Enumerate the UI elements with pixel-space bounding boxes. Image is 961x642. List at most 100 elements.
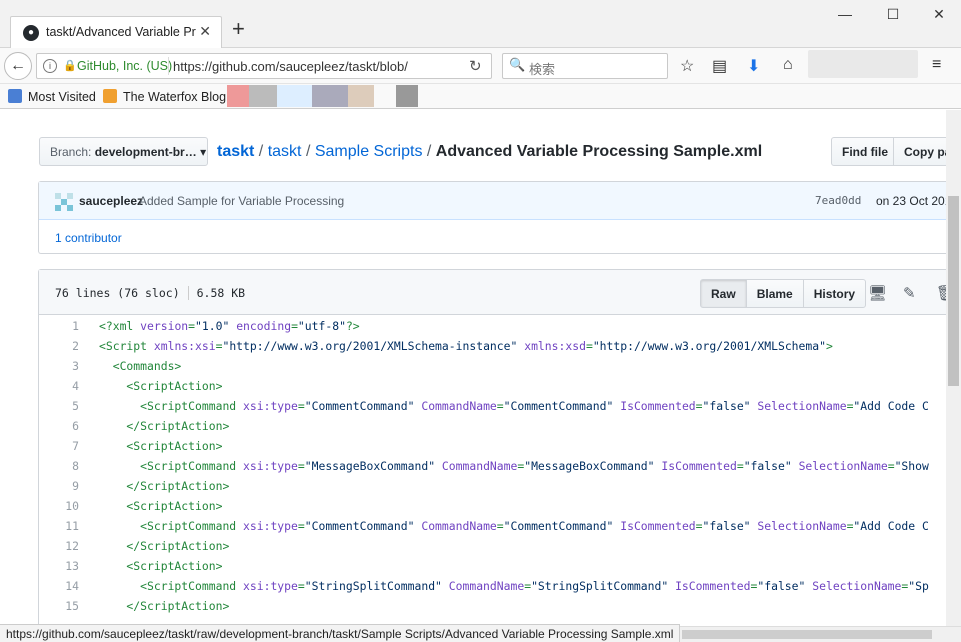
line-number[interactable]: 5 xyxy=(39,396,79,416)
code-text: <?xml version="1.0" encoding="utf-8"?> xyxy=(99,319,360,333)
contributors-link[interactable]: 1 contributor xyxy=(55,231,122,245)
commit-header: saucepleez Added Sample for Variable Pro… xyxy=(39,182,961,220)
code-line: 6 </ScriptAction> xyxy=(39,416,961,436)
vertical-scrollbar[interactable] xyxy=(946,110,961,626)
info-icon[interactable]: i xyxy=(43,59,57,73)
breadcrumb-folder[interactable]: Sample Scripts xyxy=(315,143,423,160)
line-number[interactable]: 15 xyxy=(39,596,79,616)
blurred-bookmark xyxy=(348,85,374,107)
blurred-bookmark xyxy=(277,85,312,107)
avatar[interactable] xyxy=(55,193,73,211)
file-info: 76 lines (76 sloc) 6.58 KB xyxy=(55,286,245,300)
find-file-button[interactable]: Find file xyxy=(831,137,899,166)
minimize-button[interactable]: — xyxy=(830,6,860,26)
file-line-count: 76 lines (76 sloc) xyxy=(55,286,180,300)
code-text: <ScriptAction> xyxy=(99,379,223,393)
blurred-bookmark xyxy=(227,85,249,107)
line-number[interactable]: 6 xyxy=(39,416,79,436)
breadcrumb-file: Advanced Variable Processing Sample.xml xyxy=(435,143,763,160)
line-number[interactable]: 14 xyxy=(39,576,79,596)
browser-tab[interactable]: ● taskt/Advanced Variable Pro ✕ xyxy=(10,16,222,48)
file-size: 6.58 KB xyxy=(196,286,246,300)
line-number[interactable]: 12 xyxy=(39,536,79,556)
line-number[interactable]: 8 xyxy=(39,456,79,476)
back-button[interactable]: ← xyxy=(4,52,32,80)
code-line: 8 <ScriptCommand xsi:type="MessageBoxCom… xyxy=(39,456,961,476)
lock-icon: 🔒 xyxy=(63,60,77,72)
scrollbar-thumb[interactable] xyxy=(682,630,932,639)
file-viewer: 76 lines (76 sloc) 6.58 KB Raw Blame Hist… xyxy=(38,269,961,629)
search-icon: 🔍 xyxy=(509,57,526,72)
code-text: </ScriptAction> xyxy=(99,599,230,613)
code-text: </ScriptAction> xyxy=(99,479,230,493)
bookmark-most-visited[interactable]: Most Visited xyxy=(8,89,96,104)
code-text: <ScriptAction> xyxy=(99,499,223,513)
url-text[interactable]: https://github.com/saucepleez/taskt/blob… xyxy=(173,59,463,74)
url-divider xyxy=(168,57,169,75)
bookmark-waterfox-blog[interactable]: The Waterfox Blog xyxy=(103,89,226,104)
search-input[interactable]: 検索 xyxy=(529,59,555,78)
code-text: </ScriptAction> xyxy=(99,539,230,553)
breadcrumb-owner[interactable]: taskt xyxy=(217,143,254,160)
line-number[interactable]: 13 xyxy=(39,556,79,576)
blurred-bookmark xyxy=(396,85,418,107)
new-tab-button[interactable]: + xyxy=(232,18,245,40)
blame-button[interactable]: Blame xyxy=(745,279,804,308)
browser-titlebar: ● taskt/Advanced Variable Pro ✕ + — ☐ ✕ xyxy=(0,0,961,48)
reload-icon[interactable]: ↻ xyxy=(469,57,482,75)
line-number[interactable]: 3 xyxy=(39,356,79,376)
code-line: 7 <ScriptAction> xyxy=(39,436,961,456)
code-text: <ScriptAction> xyxy=(99,559,223,573)
code-line: 3 <Commands> xyxy=(39,356,961,376)
status-bar: https://github.com/saucepleez/taskt/raw/… xyxy=(0,624,681,642)
close-window-button[interactable]: ✕ xyxy=(924,6,954,26)
menu-icon[interactable]: ≡ xyxy=(932,56,941,74)
search-bar[interactable]: 🔍 検索 xyxy=(502,53,668,79)
code-text: <ScriptCommand xsi:type="MessageBoxComma… xyxy=(99,459,929,473)
line-number[interactable]: 9 xyxy=(39,476,79,496)
breadcrumb: taskt / taskt / Sample Scripts / Advance… xyxy=(217,143,763,160)
home-icon[interactable]: ⌂ xyxy=(783,56,793,74)
reading-list-icon[interactable]: ▤ xyxy=(712,56,727,76)
url-organization: GitHub, Inc. (US) xyxy=(77,59,173,73)
blurred-bookmark xyxy=(249,85,277,107)
commit-date: on 23 Oct 201 xyxy=(876,194,952,208)
scrollbar-thumb[interactable] xyxy=(948,196,959,386)
code-text: <ScriptCommand xsi:type="StringSplitComm… xyxy=(99,579,929,593)
code-text: <Commands> xyxy=(99,359,182,373)
branch-label: Branch: xyxy=(50,145,92,159)
maximize-button[interactable]: ☐ xyxy=(878,6,908,26)
blurred-bookmark xyxy=(312,85,348,107)
commit-author[interactable]: saucepleez xyxy=(79,194,143,208)
commit-sha[interactable]: 7ead0dd xyxy=(815,194,861,207)
code-line: 1 <?xml version="1.0" encoding="utf-8"?> xyxy=(39,316,961,336)
horizontal-scrollbar[interactable] xyxy=(674,626,961,642)
pencil-icon[interactable]: ✎ xyxy=(903,284,916,302)
branch-select-button[interactable]: Branch: development-br… ▾ xyxy=(39,137,208,166)
line-number[interactable]: 11 xyxy=(39,516,79,536)
commit-message[interactable]: Added Sample for Variable Processing xyxy=(139,194,344,208)
bookmark-star-icon[interactable]: ☆ xyxy=(680,56,694,76)
raw-button[interactable]: Raw xyxy=(700,279,747,308)
code-text: <Script xmlns:xsi="http://www.w3.org/200… xyxy=(99,339,833,353)
code-text: <ScriptAction> xyxy=(99,439,223,453)
line-number[interactable]: 10 xyxy=(39,496,79,516)
bookmark-label: The Waterfox Blog xyxy=(123,90,227,104)
url-bar[interactable]: i 🔒 GitHub, Inc. (US) https://github.com… xyxy=(36,53,492,79)
bookmarks-bar: Most Visited The Waterfox Blog xyxy=(0,84,961,109)
history-button[interactable]: History xyxy=(802,279,867,308)
divider xyxy=(187,286,189,300)
desktop-icon[interactable]: 🖥 xyxy=(868,284,887,302)
code-line: 9 </ScriptAction> xyxy=(39,476,961,496)
line-number[interactable]: 1 xyxy=(39,316,79,336)
back-arrow-icon: ← xyxy=(10,57,26,74)
branch-value: development-br… xyxy=(94,145,197,159)
line-number[interactable]: 2 xyxy=(39,336,79,356)
download-icon[interactable]: ⬇ xyxy=(747,56,760,76)
tab-close-icon[interactable]: ✕ xyxy=(199,23,211,40)
code-text: </ScriptAction> xyxy=(99,419,230,433)
line-number[interactable]: 4 xyxy=(39,376,79,396)
line-number[interactable]: 7 xyxy=(39,436,79,456)
breadcrumb-repo[interactable]: taskt xyxy=(268,143,302,160)
code-line: 2 <Script xmlns:xsi="http://www.w3.org/20… xyxy=(39,336,961,356)
